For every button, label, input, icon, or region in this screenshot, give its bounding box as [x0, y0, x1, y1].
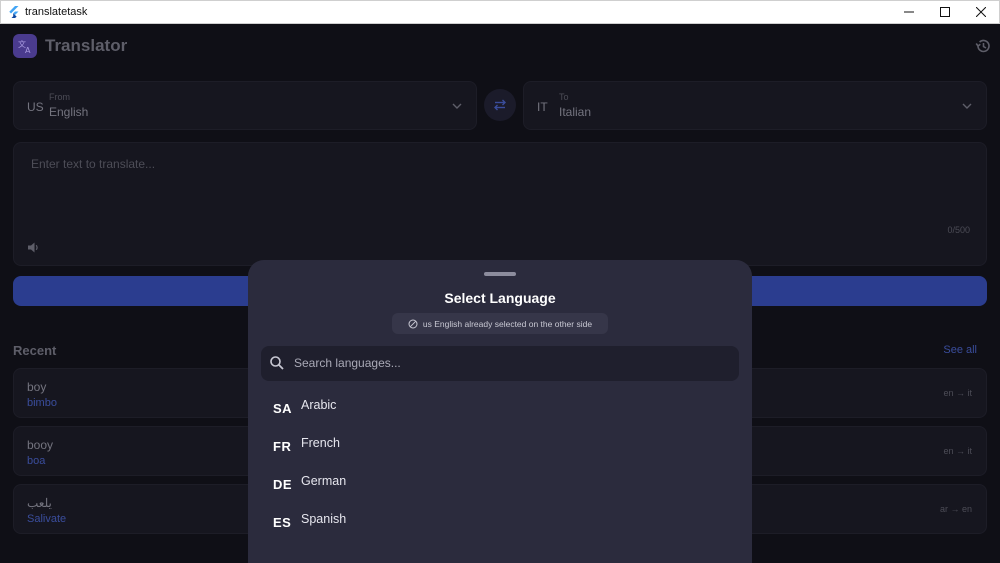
language-name: French	[301, 436, 340, 450]
language-code: ES	[273, 515, 292, 530]
language-name: German	[301, 474, 347, 488]
speaker-icon[interactable]	[27, 241, 40, 254]
minimize-icon	[904, 11, 914, 13]
from-language-code: US	[27, 100, 44, 114]
recent-translation-text: bimbo	[27, 397, 57, 409]
from-label: From	[49, 92, 70, 102]
chevron-down-icon	[962, 103, 972, 109]
svg-text:A: A	[25, 46, 31, 54]
to-language-selector[interactable]: IT To Italian	[523, 81, 987, 130]
language-option-german[interactable]: DE German	[261, 467, 739, 501]
chevron-down-icon	[452, 103, 462, 109]
swap-icon	[494, 99, 506, 111]
notice-text: us English already selected on the other…	[422, 318, 593, 329]
source-text-placeholder: Enter text to translate...	[31, 157, 156, 171]
close-button[interactable]	[963, 0, 999, 24]
language-option-arabic[interactable]: SA Arabic	[261, 391, 739, 425]
swap-languages-button[interactable]	[484, 89, 516, 121]
see-all-link[interactable]: See all	[943, 344, 977, 356]
search-icon	[270, 356, 284, 370]
language-code: DE	[273, 477, 293, 492]
character-count: 0/500	[947, 225, 970, 235]
language-name: Spanish	[301, 512, 347, 526]
app-header: 文 A Translator	[13, 34, 127, 58]
language-search-box[interactable]	[261, 346, 739, 381]
recent-translation-text: Salivate	[27, 513, 67, 525]
translate-logo-icon: 文 A	[13, 34, 37, 58]
recent-heading: Recent	[13, 343, 57, 358]
to-label: To	[559, 92, 569, 102]
recent-language-pair: ar → en	[939, 504, 972, 514]
recent-language-pair: en → it	[943, 446, 972, 456]
recent-language-pair: en → it	[943, 388, 972, 398]
maximize-button[interactable]	[927, 0, 963, 24]
recent-translation-text: boa	[27, 455, 46, 467]
to-language-name: Italian	[559, 105, 592, 119]
recent-source-text: يلعب	[27, 496, 52, 510]
source-text-input[interactable]: Enter text to translate... 0/500	[13, 142, 987, 266]
language-picker-sheet: Select Language us English already selec…	[248, 260, 752, 563]
already-selected-notice: us English already selected on the other…	[392, 313, 608, 334]
language-code: FR	[273, 439, 292, 454]
recent-source-text: booy	[27, 438, 54, 452]
window-controls	[891, 0, 999, 24]
block-icon	[408, 319, 418, 328]
close-icon	[976, 7, 986, 17]
search-input[interactable]	[294, 354, 724, 372]
from-language-selector[interactable]: US From English	[13, 81, 477, 130]
language-code: SA	[273, 401, 293, 416]
language-name: Arabic	[301, 398, 337, 412]
language-option-french[interactable]: FR French	[261, 429, 739, 463]
history-icon[interactable]	[974, 37, 992, 55]
window-title: translatetask	[25, 6, 88, 18]
maximize-icon	[940, 7, 950, 17]
to-language-code: IT	[537, 100, 548, 114]
window-titlebar: translatetask	[0, 0, 1000, 24]
flutter-logo-icon	[9, 6, 19, 18]
from-language-name: English	[49, 105, 89, 119]
language-option-spanish[interactable]: ES Spanish	[261, 505, 739, 539]
app-title: Translator	[45, 36, 128, 55]
recent-source-text: boy	[27, 380, 47, 394]
drag-handle[interactable]	[484, 272, 516, 276]
minimize-button[interactable]	[891, 0, 927, 24]
sheet-title: Select Language	[444, 290, 556, 306]
